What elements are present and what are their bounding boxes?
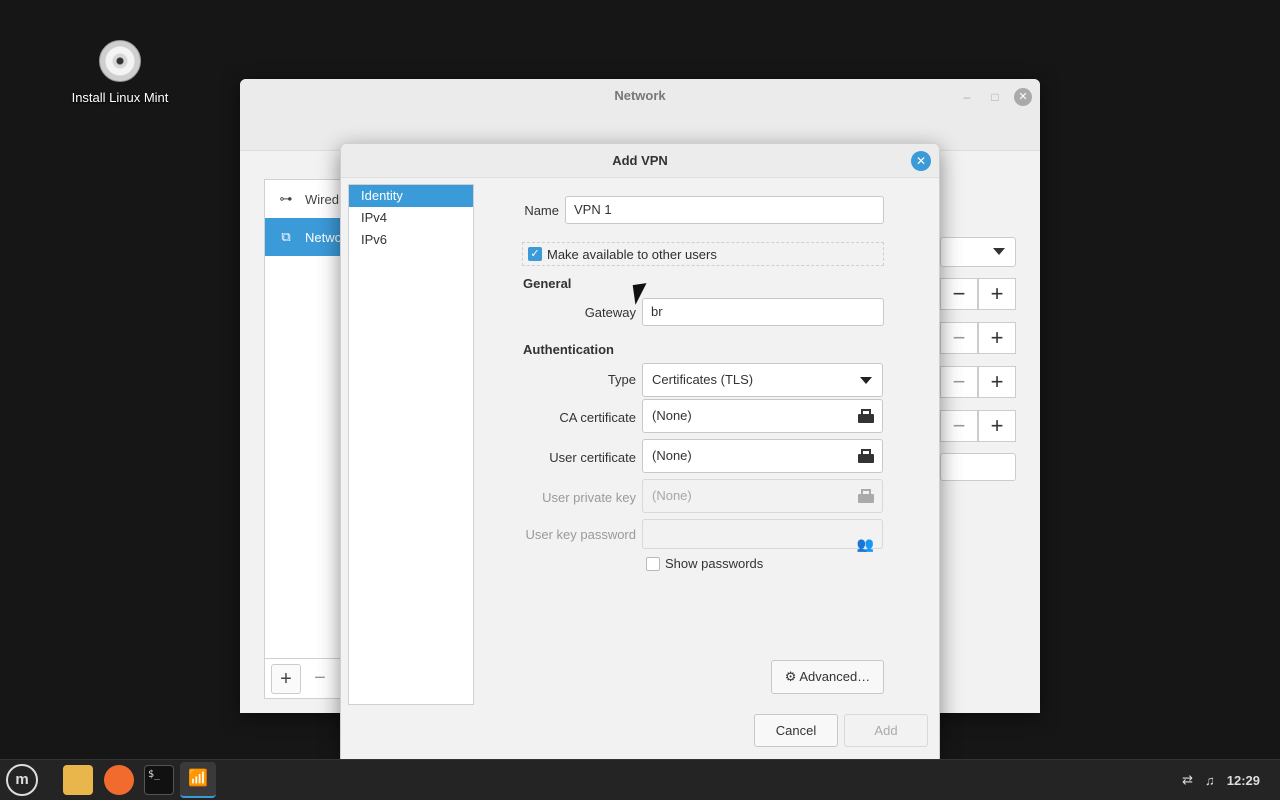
authentication-heading: Authentication xyxy=(523,342,614,357)
advanced-button[interactable]: ⚙ Advanced… xyxy=(771,660,884,694)
ca-certificate-chooser[interactable]: (None) xyxy=(642,399,883,433)
type-dropdown[interactable]: Certificates (TLS) xyxy=(642,363,883,397)
sidebar-item-label: Wired xyxy=(305,191,339,207)
window-title: Network xyxy=(614,88,666,103)
plus-button[interactable]: + xyxy=(978,278,1016,310)
user-private-key-value: (None) xyxy=(652,488,692,503)
dialog-titlebar: Add VPN ✕ xyxy=(341,144,939,178)
stepper-row: − + xyxy=(940,322,1016,354)
wired-network-icon: ⊶ xyxy=(279,191,293,206)
nav-item-ipv6[interactable]: IPv6 xyxy=(349,229,473,251)
stepper-row: − + xyxy=(940,278,1016,310)
stepper-row: − + xyxy=(940,410,1016,442)
close-icon[interactable]: ✕ xyxy=(1014,88,1032,106)
network-titlebar: Network – □ ✕ xyxy=(240,79,1040,151)
minus-button[interactable]: − xyxy=(940,410,978,442)
menu-icon[interactable]: m xyxy=(6,764,38,796)
network-disconnected-icon[interactable]: ⇄ xyxy=(1182,772,1193,788)
file-chooser-icon xyxy=(858,489,874,503)
advanced-button-label: Advanced… xyxy=(799,669,871,684)
minus-button[interactable]: − xyxy=(940,366,978,398)
dialog-nav: Identity IPv4 IPv6 xyxy=(348,184,474,705)
firefox-icon[interactable] xyxy=(104,765,134,795)
users-icon[interactable]: 👥 xyxy=(857,528,874,560)
minimize-icon[interactable]: – xyxy=(958,88,976,106)
general-heading: General xyxy=(523,276,572,291)
name-field[interactable]: VPN 1 xyxy=(565,196,884,224)
user-key-password-field[interactable]: 👥 xyxy=(642,519,883,552)
desktop-icon-install-linux-mint[interactable]: Install Linux Mint xyxy=(60,40,180,105)
user-private-key-label: User private key xyxy=(542,490,636,505)
checkbox-checked-icon[interactable]: ✓ xyxy=(528,247,542,261)
minus-button[interactable]: − xyxy=(940,322,978,354)
ca-certificate-value: (None) xyxy=(652,408,692,423)
ca-certificate-label: CA certificate xyxy=(559,410,636,425)
name-label: Name xyxy=(524,203,559,218)
nav-item-ipv4[interactable]: IPv4 xyxy=(349,207,473,229)
sidebar-item-label: Netwo xyxy=(305,229,342,245)
chevron-down-icon xyxy=(860,377,872,384)
remove-connection-button[interactable]: − xyxy=(305,664,335,694)
file-chooser-icon xyxy=(858,449,874,463)
file-chooser-icon xyxy=(858,409,874,423)
system-tray: ⇄ ♫ 12:29 xyxy=(1182,760,1260,800)
chevron-down-icon xyxy=(993,248,1005,255)
stepper-row: − + xyxy=(940,366,1016,398)
network-dropdown[interactable] xyxy=(940,237,1016,267)
plus-button[interactable]: + xyxy=(978,366,1016,398)
folder-icon[interactable] xyxy=(63,765,93,795)
minus-button[interactable]: − xyxy=(940,278,978,310)
add-vpn-dialog: Add VPN ✕ Identity IPv4 IPv6 Name VPN 1 … xyxy=(340,143,940,760)
plus-button[interactable]: + xyxy=(978,410,1016,442)
plus-button[interactable]: + xyxy=(978,322,1016,354)
desktop-icon-label: Install Linux Mint xyxy=(71,90,169,105)
user-certificate-chooser[interactable]: (None) xyxy=(642,439,883,473)
make-available-label: Make available to other users xyxy=(547,246,717,262)
gateway-label: Gateway xyxy=(584,305,636,320)
vpn-network-icon: ⧉ xyxy=(281,229,291,244)
add-button[interactable]: Add xyxy=(844,714,928,747)
close-icon[interactable]: ✕ xyxy=(911,151,931,171)
dialog-title: Add VPN xyxy=(612,153,668,168)
taskbar: m $_ 📶 ⇄ ♫ 12:29 xyxy=(0,759,1280,800)
user-key-password-label: User key password xyxy=(525,527,636,542)
nav-item-identity[interactable]: Identity xyxy=(349,185,473,207)
type-value: Certificates (TLS) xyxy=(652,372,754,387)
checkbox-unchecked-icon[interactable] xyxy=(646,556,660,571)
terminal-icon[interactable]: $_ xyxy=(144,765,174,795)
music-note-icon[interactable]: ♫ xyxy=(1205,773,1215,788)
mouse-pointer-icon xyxy=(632,283,650,305)
cancel-button[interactable]: Cancel xyxy=(754,714,838,747)
user-certificate-value: (None) xyxy=(652,448,692,463)
disc-icon xyxy=(99,40,141,82)
show-passwords-row[interactable]: Show passwords xyxy=(646,556,763,571)
maximize-icon[interactable]: □ xyxy=(986,88,1004,106)
type-label: Type xyxy=(607,372,636,387)
network-settings-icon[interactable]: 📶 xyxy=(180,762,216,798)
gateway-field[interactable]: br xyxy=(642,298,884,326)
add-connection-button[interactable]: + xyxy=(271,663,301,694)
show-passwords-label: Show passwords xyxy=(665,556,764,571)
make-available-checkbox-row[interactable]: ✓ Make available to other users xyxy=(522,242,884,266)
network-text-field[interactable] xyxy=(940,453,1016,481)
user-certificate-label: User certificate xyxy=(549,450,636,465)
clock[interactable]: 12:29 xyxy=(1227,773,1260,788)
user-private-key-chooser[interactable]: (None) xyxy=(642,479,883,513)
gear-icon: ⚙ xyxy=(784,669,797,684)
